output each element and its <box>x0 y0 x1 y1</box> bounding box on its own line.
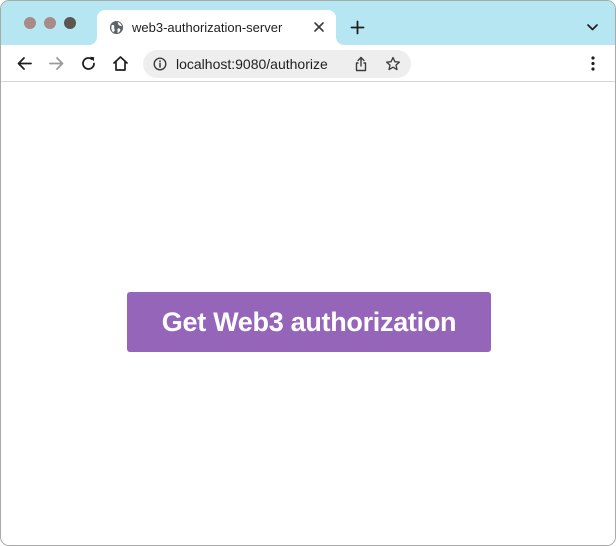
get-web3-authorization-button[interactable]: Get Web3 authorization <box>127 292 491 352</box>
reload-icon[interactable] <box>80 55 97 72</box>
info-icon[interactable] <box>153 57 167 71</box>
star-icon[interactable] <box>385 56 401 72</box>
address-bar[interactable]: localhost:9080/authorize <box>143 50 411 78</box>
tab-strip: web3-authorization-server <box>1 1 615 45</box>
window-maximize-button[interactable] <box>64 17 76 29</box>
tab-title: web3-authorization-server <box>132 20 283 35</box>
page-content: Get Web3 authorization <box>1 83 615 545</box>
browser-window: web3-authorization-server localhost:9080… <box>0 0 616 546</box>
globe-icon <box>109 20 124 35</box>
url-text[interactable]: localhost:9080/authorize <box>176 56 328 73</box>
url-path: /authorize <box>266 56 328 72</box>
share-icon[interactable] <box>354 56 368 72</box>
window-minimize-button[interactable] <box>44 17 56 29</box>
arrow-right-icon[interactable] <box>48 55 65 72</box>
window-close-button[interactable] <box>24 17 36 29</box>
plus-icon[interactable] <box>350 20 365 35</box>
active-tab[interactable]: web3-authorization-server <box>97 10 336 45</box>
browser-toolbar: localhost:9080/authorize <box>1 45 615 82</box>
close-icon[interactable] <box>313 21 325 33</box>
url-host: localhost:9080 <box>176 56 267 72</box>
home-icon[interactable] <box>112 55 129 72</box>
arrow-left-icon[interactable] <box>16 55 33 72</box>
chevron-down-icon[interactable] <box>586 22 599 32</box>
kebab-menu-icon[interactable] <box>590 55 596 72</box>
